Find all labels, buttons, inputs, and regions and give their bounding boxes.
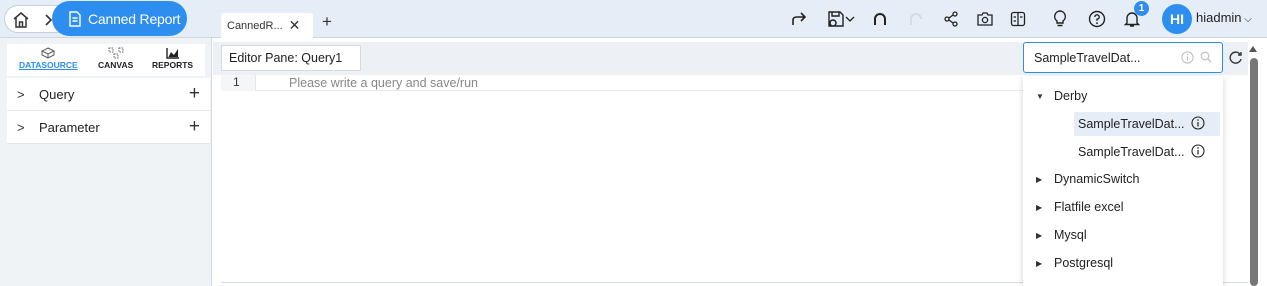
home-icon (13, 12, 29, 28)
datasource-group-derby[interactable]: ▼ Derby (1023, 85, 1223, 107)
redo-icon (910, 13, 922, 25)
tab-datasource[interactable]: DATASOURCE (19, 46, 78, 70)
datasource-select[interactable] (1023, 42, 1223, 73)
add-query-button[interactable]: + (189, 83, 200, 105)
group-label: Postgresql (1054, 256, 1114, 270)
group-label: Mysql (1054, 228, 1087, 242)
lightbulb-icon (1053, 10, 1067, 27)
layout-button[interactable] (1008, 8, 1028, 30)
datasource-group-flatfile-excel[interactable]: ▶ Flatfile excel (1023, 196, 1223, 218)
caret-right-icon: ▶ (1036, 230, 1043, 240)
refresh-icon (1229, 51, 1242, 64)
datasource-dropdown: ▼ Derby SampleTravelDat... SampleTravelD… (1023, 76, 1223, 286)
left-panel: DATASOURCE CANVAS REPORTS > Query + > Pa… (0, 38, 212, 286)
save-icon (828, 11, 844, 27)
datasource-group-dynamicswitch[interactable]: ▶ DynamicSwitch (1023, 168, 1223, 190)
option-label: SampleTravelDat... (1078, 117, 1185, 131)
document-icon (69, 10, 81, 27)
add-parameter-button[interactable]: + (189, 116, 200, 138)
tab-datasource-label: DATASOURCE (19, 60, 78, 70)
camera-icon (977, 12, 993, 26)
close-icon[interactable]: ✕ (289, 17, 301, 34)
tab-reports-label: REPORTS (152, 60, 194, 70)
refresh-button[interactable] (1228, 50, 1243, 68)
caret-right-icon: ▶ (1036, 174, 1043, 184)
tips-button[interactable] (1050, 8, 1070, 30)
add-tab-button[interactable]: + (318, 12, 336, 32)
avatar[interactable]: HI (1162, 4, 1192, 34)
reports-icon (165, 46, 180, 60)
user-menu[interactable]: hiadmin ⌵ (1196, 10, 1252, 25)
tab-canvas-label: CANVAS (98, 60, 134, 70)
scroll-up-icon[interactable] (1248, 41, 1258, 52)
canvas-icon (108, 46, 124, 60)
datasource-group-postgresql[interactable]: ▶ Postgresql (1023, 252, 1223, 274)
chevron-right-icon: > (17, 119, 25, 135)
group-label: DynamicSwitch (1054, 172, 1140, 186)
save-menu-button[interactable] (824, 8, 858, 30)
tab-reports[interactable]: REPORTS (152, 46, 193, 70)
tab-canvas[interactable]: CANVAS (98, 46, 133, 70)
breadcrumb-current-label: Canned Report (88, 10, 181, 27)
sidebar-item-parameter[interactable]: > Parameter + (7, 111, 210, 144)
info-icon[interactable] (1190, 115, 1205, 133)
caret-down-icon: ▼ (1036, 91, 1044, 101)
chevron-down-icon (845, 16, 855, 22)
left-panel-tabs: DATASOURCE CANVAS REPORTS (7, 44, 205, 76)
chevron-right-icon: > (17, 86, 25, 102)
help-button[interactable] (1087, 8, 1107, 30)
home-button[interactable] (10, 9, 32, 31)
redo-button[interactable] (906, 8, 926, 30)
sidebar-item-label: Query (39, 86, 75, 102)
tab-label: CannedR... (227, 19, 283, 32)
group-label: Flatfile excel (1054, 200, 1124, 214)
share-arrow-icon (792, 12, 807, 25)
undo-button[interactable] (870, 8, 890, 30)
left-panel-list: > Query + > Parameter + (7, 78, 210, 144)
scrollbar-thumb[interactable] (1250, 58, 1258, 286)
sidebar-item-label: Parameter (39, 119, 100, 135)
caret-right-icon: ▶ (1036, 258, 1043, 268)
datasource-group-mysql[interactable]: ▶ Mysql (1023, 224, 1223, 246)
help-icon (1088, 10, 1106, 28)
group-label: Derby (1054, 89, 1088, 103)
editor-pane-title: Editor Pane: Query1 (221, 45, 361, 71)
snapshot-button[interactable] (975, 8, 995, 30)
datasource-icon (41, 46, 56, 60)
share-button[interactable] (788, 8, 810, 30)
datasource-search-input[interactable] (1034, 49, 1174, 67)
line-number: 1 (221, 75, 256, 91)
caret-right-icon: ▶ (1036, 202, 1043, 212)
chevron-down-icon: ⌵ (1241, 14, 1252, 25)
info-icon[interactable] (1190, 143, 1205, 161)
layout-icon (1010, 11, 1026, 27)
username-label: hiadmin (1196, 10, 1242, 25)
datasource-option[interactable]: SampleTravelDat... (1074, 112, 1220, 136)
search-icon[interactable] (1200, 51, 1212, 66)
undo-icon (874, 13, 886, 25)
editor-placeholder: Please write a query and save/run (289, 76, 478, 90)
share-icon (944, 11, 958, 27)
breadcrumb-current-report[interactable]: Canned Report (52, 1, 187, 36)
option-label: SampleTravelDat... (1078, 145, 1185, 159)
datasource-option[interactable]: SampleTravelDat... (1074, 140, 1220, 164)
tab-canned-report[interactable]: CannedR... ✕ (221, 13, 313, 38)
sidebar-item-query[interactable]: > Query + (7, 78, 210, 111)
share-link-button[interactable] (941, 8, 961, 30)
info-icon[interactable] (1181, 51, 1194, 67)
top-bar: Canned Report CannedR... ✕ + 1 HI hiadmi… (0, 0, 1267, 38)
notification-badge: 1 (1134, 1, 1149, 16)
